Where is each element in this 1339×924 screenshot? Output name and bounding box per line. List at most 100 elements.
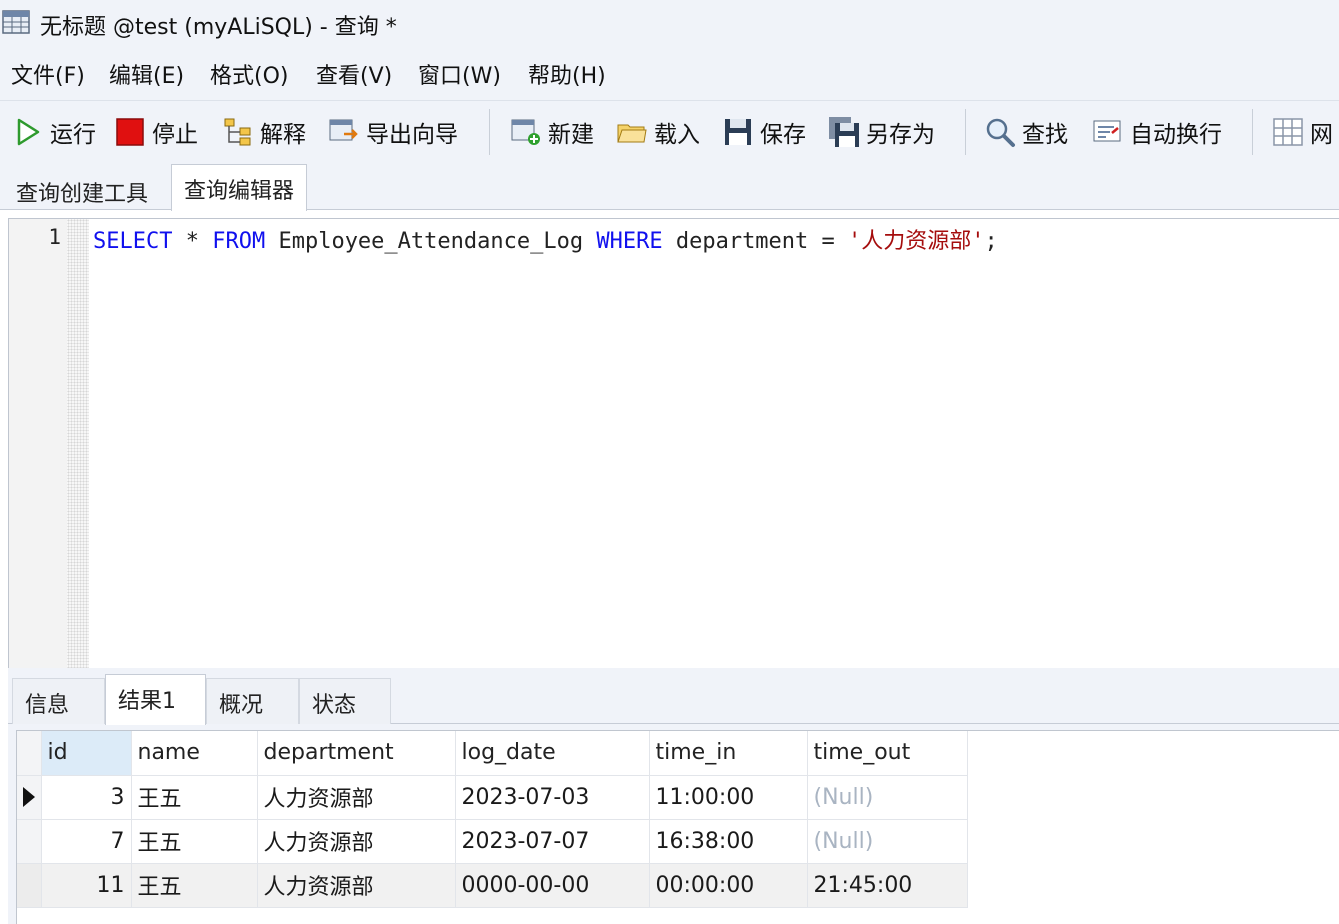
- sql-keyword-from: FROM: [212, 229, 266, 254]
- table-grid-icon: [2, 10, 30, 34]
- result-table: id name department log_date time_in time…: [17, 731, 968, 908]
- cell-time-in[interactable]: 11:00:00: [649, 775, 808, 820]
- column-header-department[interactable]: department: [257, 731, 456, 776]
- new-button[interactable]: 新建: [510, 111, 594, 153]
- save-button[interactable]: 保存: [722, 111, 806, 153]
- save-label: 保存: [760, 122, 806, 148]
- word-wrap-button[interactable]: 自动换行: [1092, 111, 1222, 153]
- line-gutter: [9, 219, 67, 668]
- cell-time-out[interactable]: 21:45:00: [807, 863, 968, 908]
- table-row[interactable]: 11 王五 人力资源部 0000-00-00 00:00:00 21:45:00: [17, 863, 968, 908]
- cell-department[interactable]: 人力资源部: [257, 775, 456, 820]
- floppy-save-icon: [725, 119, 751, 145]
- cell-department[interactable]: 人力资源部: [257, 863, 456, 908]
- toolbar-separator: [1252, 109, 1253, 155]
- cell-time-in[interactable]: 00:00:00: [649, 863, 808, 908]
- cell-department[interactable]: 人力资源部: [257, 819, 456, 864]
- tab-result1[interactable]: 结果1: [105, 674, 206, 725]
- run-button[interactable]: 运行: [12, 111, 96, 153]
- cell-log-date[interactable]: 0000-00-00: [455, 863, 650, 908]
- window-title: 无标题 @test (myALiSQL) - 查询 *: [40, 15, 397, 40]
- menu-file[interactable]: 文件(F): [11, 58, 85, 90]
- tab-query-builder[interactable]: 查询创建工具: [4, 168, 160, 210]
- magnifier-search-icon: [986, 118, 1015, 147]
- toolbar-separator: [965, 109, 966, 155]
- explain-label: 解释: [260, 122, 306, 148]
- menu-edit[interactable]: 编辑(E): [109, 58, 184, 90]
- cell-id[interactable]: 3: [41, 775, 132, 820]
- row-indicator-header: [17, 731, 42, 776]
- new-label: 新建: [548, 122, 594, 148]
- line-number: 1: [48, 225, 61, 249]
- save-as-icon: [829, 117, 859, 147]
- menu-view[interactable]: 查看(V): [316, 58, 392, 90]
- result-panel: 信息 结果1 概况 状态 id name department log_date…: [8, 668, 1339, 924]
- sql-keyword-where: WHERE: [596, 229, 663, 254]
- tab-query-editor[interactable]: 查询编辑器: [171, 164, 308, 211]
- result-grid[interactable]: id name department log_date time_in time…: [16, 730, 1339, 924]
- explain-button[interactable]: 解释: [222, 111, 306, 153]
- menu-bar: 文件(F) 编辑(E) 格式(O) 查看(V) 窗口(W) 帮助(H): [0, 46, 1339, 100]
- sql-condition: department =: [662, 229, 849, 254]
- sql-quote-close: ': [971, 229, 985, 254]
- stop-button[interactable]: 停止: [114, 111, 198, 153]
- cell-time-out[interactable]: (Null): [807, 819, 968, 864]
- cell-name[interactable]: 王五: [131, 863, 258, 908]
- export-wizard-label: 导出向导: [366, 122, 458, 148]
- tab-status[interactable]: 状态: [299, 678, 391, 724]
- cell-time-out[interactable]: (Null): [807, 775, 968, 820]
- cell-log-date[interactable]: 2023-07-07: [455, 819, 650, 864]
- sql-terminator: ;: [984, 229, 998, 254]
- menu-window[interactable]: 窗口(W): [418, 58, 501, 90]
- row-indicator[interactable]: [17, 775, 42, 820]
- sql-quote-open: ': [848, 229, 862, 254]
- find-button[interactable]: 查找: [984, 111, 1068, 153]
- column-header-id[interactable]: id: [41, 731, 132, 776]
- title-bar: 无标题 @test (myALiSQL) - 查询 *: [0, 0, 1339, 46]
- save-as-button[interactable]: 另存为: [828, 111, 935, 153]
- column-header-log-date[interactable]: log_date: [455, 731, 650, 776]
- column-header-name[interactable]: name: [131, 731, 258, 776]
- sql-star: *: [172, 229, 213, 254]
- toolbar: 运行 停止 解释 导出向导 新建 载入 保存 另存为 查找 自动换行 网: [0, 100, 1339, 160]
- tab-info[interactable]: 信息: [12, 678, 105, 724]
- word-wrap-icon: [1093, 120, 1121, 142]
- grid-button[interactable]: 网: [1272, 111, 1333, 153]
- sql-code-line[interactable]: SELECT * FROM Employee_Attendance_Log WH…: [93, 223, 998, 255]
- run-label: 运行: [50, 122, 96, 148]
- table-row[interactable]: 7 王五 人力资源部 2023-07-07 16:38:00 (Null): [17, 819, 968, 864]
- grid-label: 网: [1310, 122, 1333, 148]
- tab-overview[interactable]: 概况: [206, 678, 299, 724]
- column-header-time-out[interactable]: time_out: [807, 731, 968, 776]
- play-icon: [17, 118, 40, 146]
- sql-keyword-select: SELECT: [93, 229, 173, 254]
- export-wizard-icon: [329, 119, 358, 141]
- cell-log-date[interactable]: 2023-07-03: [455, 775, 650, 820]
- row-indicator[interactable]: [17, 819, 42, 864]
- fold-margin: [67, 219, 89, 668]
- column-header-time-in[interactable]: time_in: [649, 731, 808, 776]
- row-indicator[interactable]: [17, 863, 42, 908]
- cell-name[interactable]: 王五: [131, 775, 258, 820]
- word-wrap-label: 自动换行: [1130, 122, 1222, 148]
- folder-open-icon: [617, 124, 647, 143]
- cell-id[interactable]: 11: [41, 863, 132, 908]
- grid-lines-icon: [1273, 118, 1303, 146]
- find-label: 查找: [1022, 122, 1068, 148]
- cell-time-in[interactable]: 16:38:00: [649, 819, 808, 864]
- cell-name[interactable]: 王五: [131, 819, 258, 864]
- load-label: 载入: [654, 122, 700, 148]
- menu-format[interactable]: 格式(O): [210, 58, 288, 90]
- explain-tree-icon: [224, 118, 251, 146]
- current-row-arrow-icon: [23, 787, 35, 807]
- sql-table-name: Employee_Attendance_Log: [265, 229, 597, 254]
- result-tabstrip: 信息 结果1 概况 状态: [8, 668, 1339, 725]
- load-button[interactable]: 载入: [616, 111, 700, 153]
- table-row[interactable]: 3 王五 人力资源部 2023-07-03 11:00:00 (Null): [17, 775, 968, 820]
- sql-editor[interactable]: 1 SELECT * FROM Employee_Attendance_Log …: [8, 218, 1339, 668]
- cell-id[interactable]: 7: [41, 819, 132, 864]
- export-wizard-button[interactable]: 导出向导: [328, 111, 458, 153]
- menu-help[interactable]: 帮助(H): [528, 58, 606, 90]
- save-as-label: 另存为: [866, 122, 935, 148]
- stop-icon: [116, 118, 144, 146]
